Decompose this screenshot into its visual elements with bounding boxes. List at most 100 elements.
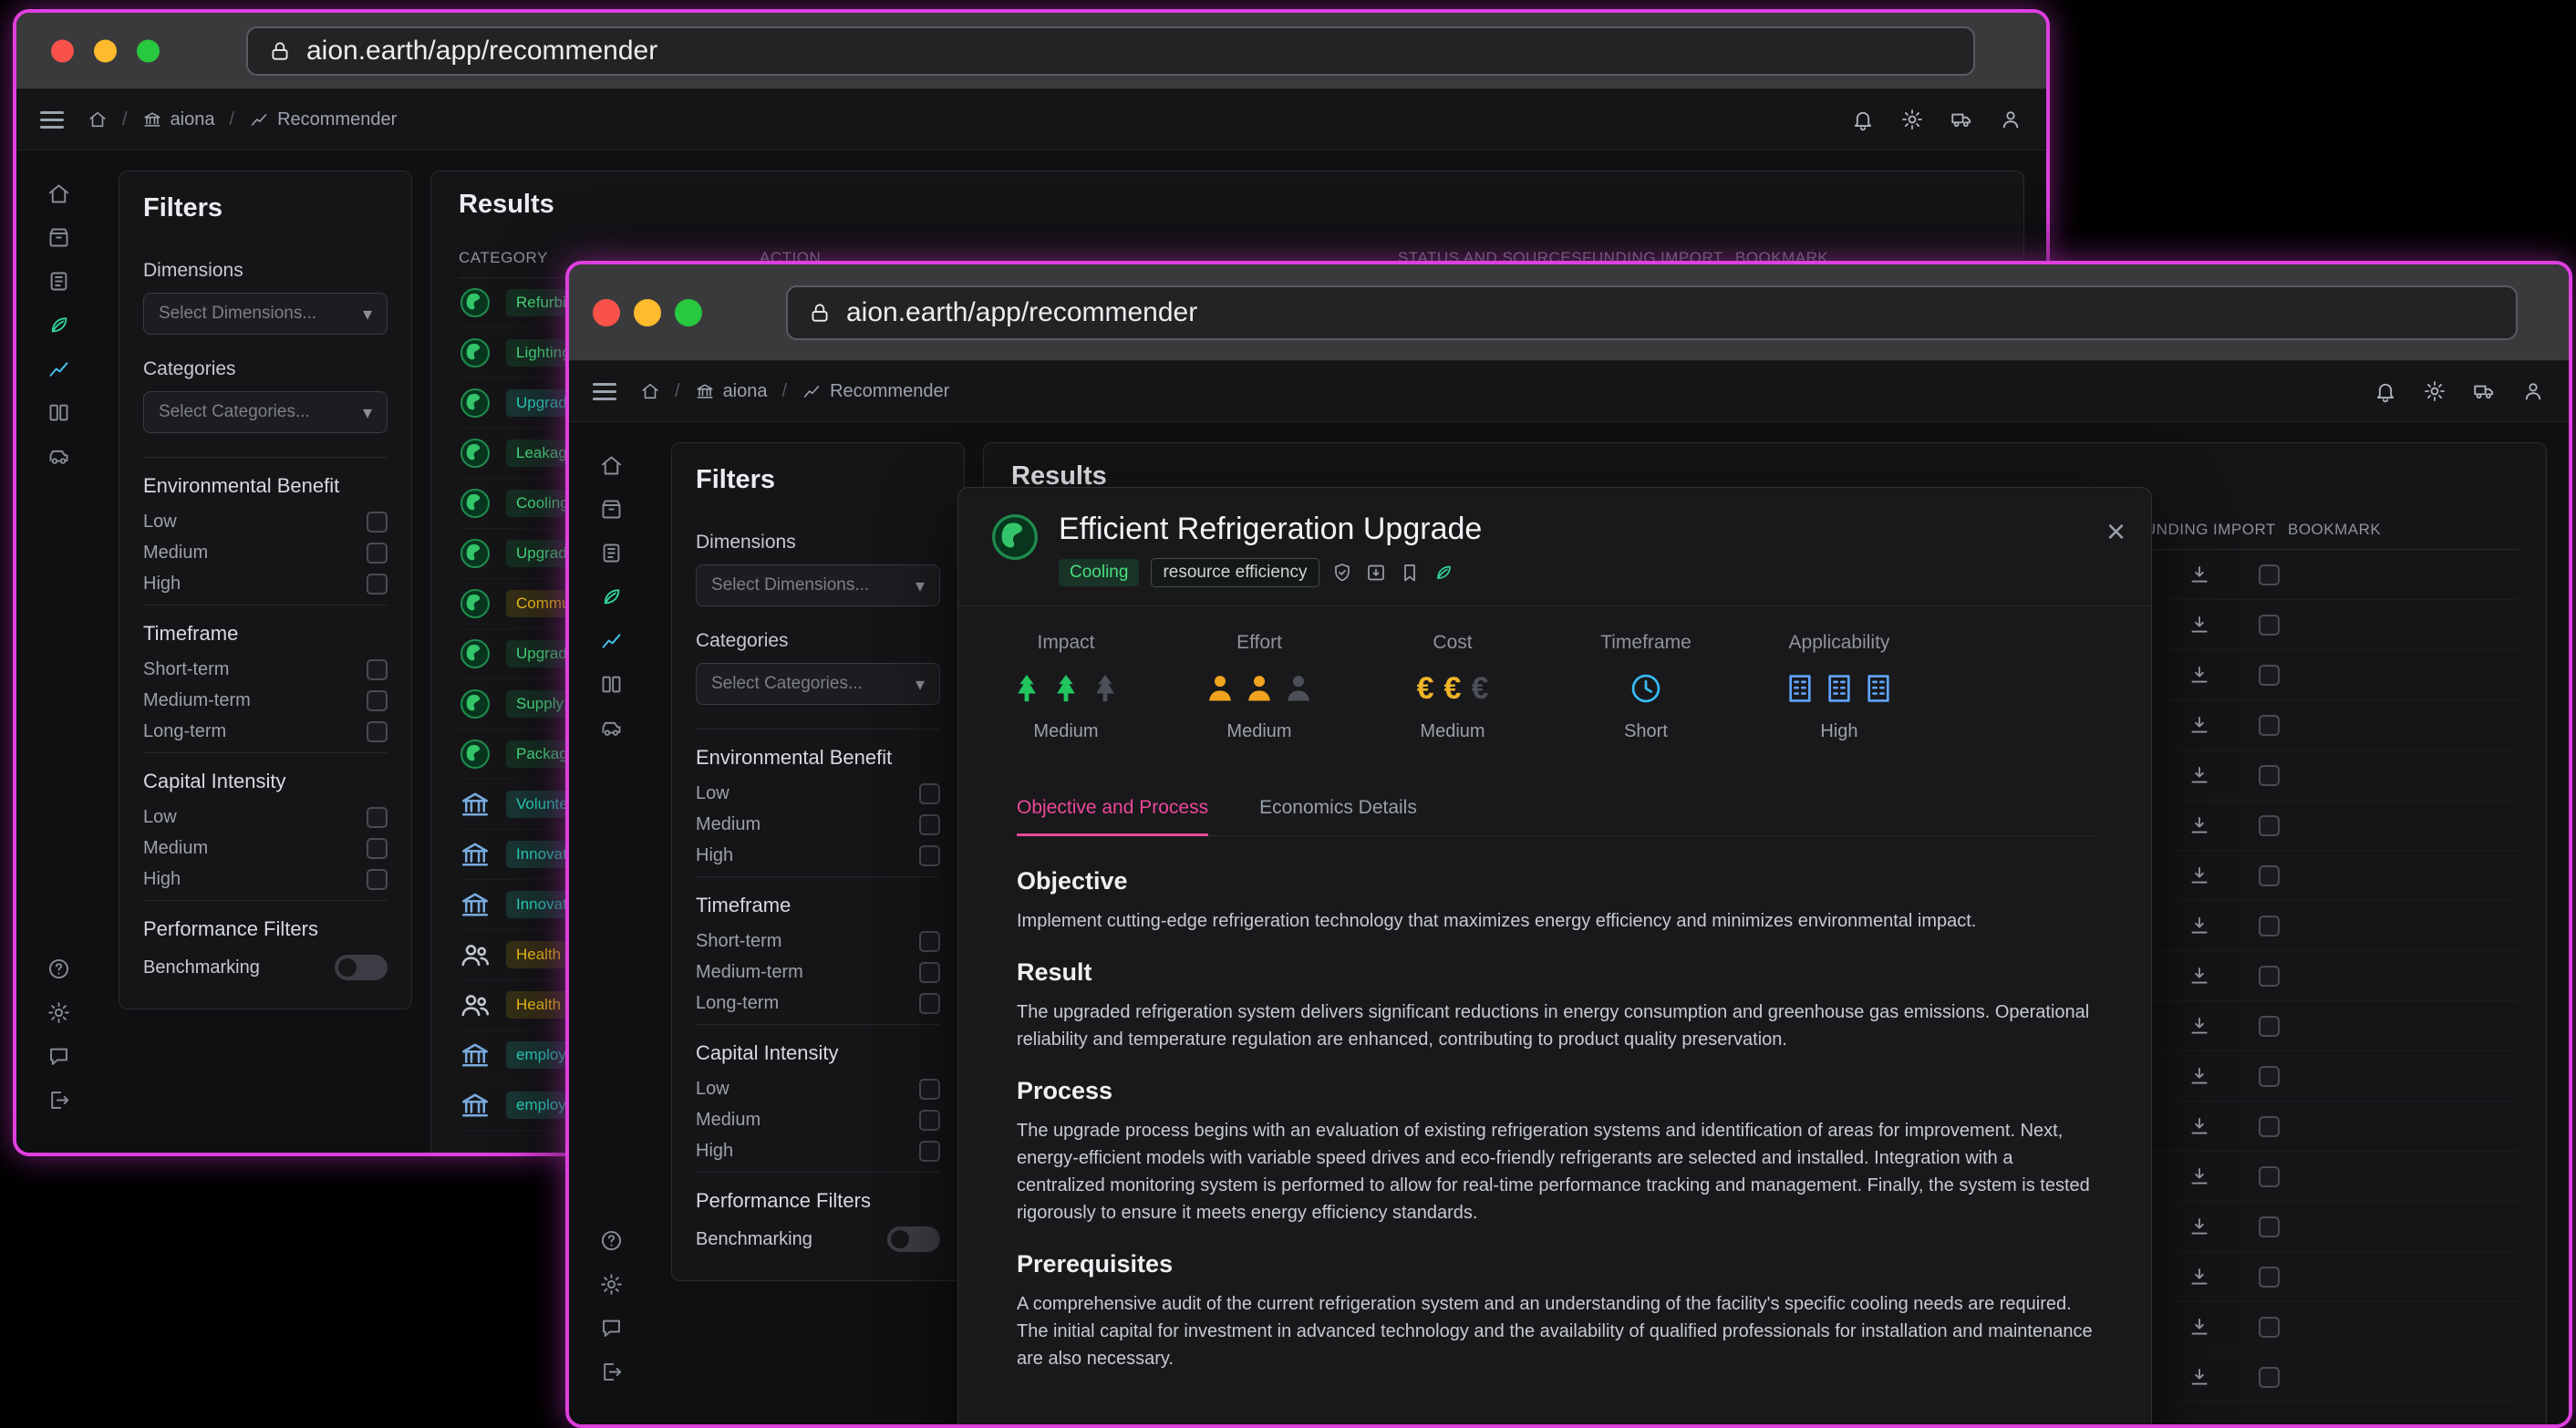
checkbox-low[interactable]	[919, 1079, 940, 1100]
close-window-button[interactable]	[51, 39, 74, 62]
bookmark-icon[interactable]	[1399, 562, 1421, 584]
rail-chart-icon[interactable]	[47, 357, 71, 381]
download-icon[interactable]	[2188, 563, 2211, 586]
bookmark-checkbox[interactable]	[2259, 1367, 2280, 1388]
breadcrumb-app[interactable]: aiona	[695, 381, 768, 402]
bookmark-checkbox[interactable]	[2259, 865, 2280, 886]
rail-vehicle-icon[interactable]	[47, 444, 71, 469]
dimensions-select[interactable]: Select Dimensions...▾	[143, 293, 388, 335]
benchmarking-toggle[interactable]	[887, 1226, 940, 1252]
bookmark-checkbox[interactable]	[2259, 1216, 2280, 1237]
bookmark-checkbox[interactable]	[2259, 1267, 2280, 1288]
url-bar[interactable]: aion.earth/app/recommender	[786, 285, 2518, 340]
import-icon[interactable]	[1365, 562, 1387, 584]
bookmark-checkbox[interactable]	[2259, 615, 2280, 636]
checkbox-medium[interactable]	[919, 814, 940, 835]
bookmark-checkbox[interactable]	[2259, 765, 2280, 786]
download-icon[interactable]	[2188, 914, 2211, 937]
rail-chat-icon[interactable]	[599, 1316, 624, 1340]
checkbox-high[interactable]	[919, 845, 940, 866]
bookmark-checkbox[interactable]	[2259, 715, 2280, 736]
checkbox-low[interactable]	[367, 807, 388, 828]
bookmark-checkbox[interactable]	[2259, 1166, 2280, 1187]
maximize-window-button[interactable]	[137, 39, 160, 62]
download-icon[interactable]	[2188, 713, 2211, 737]
checkbox-low[interactable]	[919, 783, 940, 804]
dimensions-select[interactable]: Select Dimensions...▾	[696, 564, 940, 606]
rail-logout-icon[interactable]	[47, 1088, 71, 1112]
checkbox-medium-term[interactable]	[367, 690, 388, 711]
download-icon[interactable]	[2188, 864, 2211, 887]
checkbox-low[interactable]	[367, 512, 388, 533]
bookmark-checkbox[interactable]	[2259, 564, 2280, 585]
bookmark-checkbox[interactable]	[2259, 1317, 2280, 1338]
rail-leaf-icon[interactable]	[599, 585, 624, 609]
download-icon[interactable]	[2188, 1064, 2211, 1088]
breadcrumb-home[interactable]	[640, 381, 660, 401]
rail-help-icon[interactable]	[599, 1228, 624, 1253]
checkbox-high[interactable]	[367, 574, 388, 595]
rail-vehicle-icon[interactable]	[599, 716, 624, 740]
maximize-window-button[interactable]	[675, 299, 702, 326]
rail-journal-icon[interactable]	[599, 541, 624, 565]
rail-settings-icon[interactable]	[47, 1000, 71, 1025]
bookmark-checkbox[interactable]	[2259, 1016, 2280, 1037]
download-icon[interactable]	[2188, 1215, 2211, 1238]
categories-select[interactable]: Select Categories...▾	[696, 663, 940, 705]
benchmarking-toggle[interactable]	[335, 955, 388, 980]
truck-icon[interactable]	[2472, 379, 2496, 403]
checkbox-medium[interactable]	[367, 543, 388, 564]
minimize-window-button[interactable]	[94, 39, 117, 62]
close-icon[interactable]: ×	[2106, 515, 2126, 548]
download-icon[interactable]	[2188, 1315, 2211, 1339]
download-icon[interactable]	[2188, 1265, 2211, 1288]
rail-chart-icon[interactable]	[599, 628, 624, 653]
menu-icon[interactable]	[40, 111, 64, 129]
download-icon[interactable]	[2188, 613, 2211, 636]
url-bar[interactable]: aion.earth/app/recommender	[246, 26, 1975, 76]
breadcrumb-page[interactable]: Recommender	[249, 109, 397, 130]
download-icon[interactable]	[2188, 1365, 2211, 1389]
bell-icon[interactable]	[1851, 108, 1875, 131]
rail-gallery-icon[interactable]	[599, 672, 624, 697]
checkbox-long-term[interactable]	[919, 993, 940, 1014]
download-icon[interactable]	[2188, 663, 2211, 687]
categories-select[interactable]: Select Categories...▾	[143, 391, 388, 433]
download-icon[interactable]	[2188, 1114, 2211, 1138]
minimize-window-button[interactable]	[634, 299, 661, 326]
tab-objective-and-process[interactable]: Objective and Process	[1017, 797, 1208, 836]
bookmark-checkbox[interactable]	[2259, 665, 2280, 686]
download-icon[interactable]	[2188, 763, 2211, 787]
bookmark-checkbox[interactable]	[2259, 815, 2280, 836]
checkbox-medium[interactable]	[919, 1110, 940, 1131]
checkbox-medium[interactable]	[367, 838, 388, 859]
breadcrumb-app[interactable]: aiona	[142, 109, 215, 130]
menu-icon[interactable]	[593, 383, 616, 400]
user-icon[interactable]	[2521, 379, 2545, 403]
bookmark-checkbox[interactable]	[2259, 916, 2280, 936]
checkbox-medium-term[interactable]	[919, 962, 940, 983]
settings-icon[interactable]	[1900, 108, 1924, 131]
download-icon[interactable]	[2188, 1014, 2211, 1038]
tab-economics-details[interactable]: Economics Details	[1259, 797, 1417, 835]
checkbox-short-term[interactable]	[367, 659, 388, 680]
checkbox-high[interactable]	[919, 1141, 940, 1162]
breadcrumb-page[interactable]: Recommender	[802, 381, 949, 402]
download-icon[interactable]	[2188, 1164, 2211, 1188]
bookmark-checkbox[interactable]	[2259, 1066, 2280, 1087]
bookmark-checkbox[interactable]	[2259, 966, 2280, 987]
checkbox-high[interactable]	[367, 869, 388, 890]
rail-leaf-icon[interactable]	[47, 313, 71, 337]
close-window-button[interactable]	[593, 299, 620, 326]
rail-chat-icon[interactable]	[47, 1044, 71, 1069]
checkbox-long-term[interactable]	[367, 721, 388, 742]
download-icon[interactable]	[2188, 964, 2211, 988]
download-icon[interactable]	[2188, 813, 2211, 837]
rail-help-icon[interactable]	[47, 957, 71, 981]
rail-home-icon[interactable]	[47, 181, 71, 206]
rail-logout-icon[interactable]	[599, 1360, 624, 1384]
rail-journal-icon[interactable]	[47, 269, 71, 294]
bell-icon[interactable]	[2374, 379, 2397, 403]
checkbox-short-term[interactable]	[919, 931, 940, 952]
user-icon[interactable]	[1999, 108, 2023, 131]
